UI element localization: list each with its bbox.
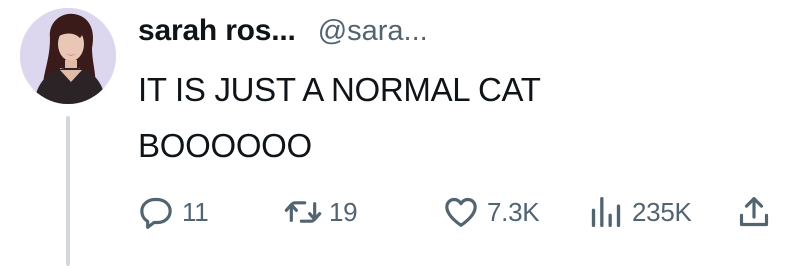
action-bar: 11 19 7.3K 235K (0, 190, 800, 234)
views-count: 235K (632, 196, 692, 227)
retweet-count: 19 (329, 196, 358, 227)
tweet-header: sarah ros... @sara... (138, 14, 428, 54)
tweet[interactable]: sarah ros... @sara... IT IS JUST A NORMA… (0, 0, 800, 266)
retweet-button[interactable]: 19 (283, 190, 358, 234)
tweet-text: IT IS JUST A NORMAL CAT BOOOOOO (138, 62, 778, 174)
views-button[interactable]: 235K (586, 190, 692, 234)
reply-icon (140, 197, 172, 229)
reply-button[interactable]: 11 (136, 190, 209, 234)
retweet-icon (284, 201, 322, 223)
display-name[interactable]: sarah ros... (138, 14, 296, 48)
reply-count: 11 (182, 196, 209, 227)
tweet-text-line: IT IS JUST A NORMAL CAT (138, 71, 541, 108)
views-icon (591, 197, 621, 227)
avatar-image (20, 8, 116, 104)
share-button[interactable] (734, 190, 774, 234)
share-icon (739, 197, 769, 227)
like-count: 7.3K (487, 196, 540, 227)
like-button[interactable]: 7.3K (441, 190, 540, 234)
handle[interactable]: @sara... (318, 15, 428, 48)
tweet-text-line: BOOOOOO (138, 127, 312, 164)
like-icon (445, 197, 477, 227)
avatar[interactable] (20, 8, 116, 104)
